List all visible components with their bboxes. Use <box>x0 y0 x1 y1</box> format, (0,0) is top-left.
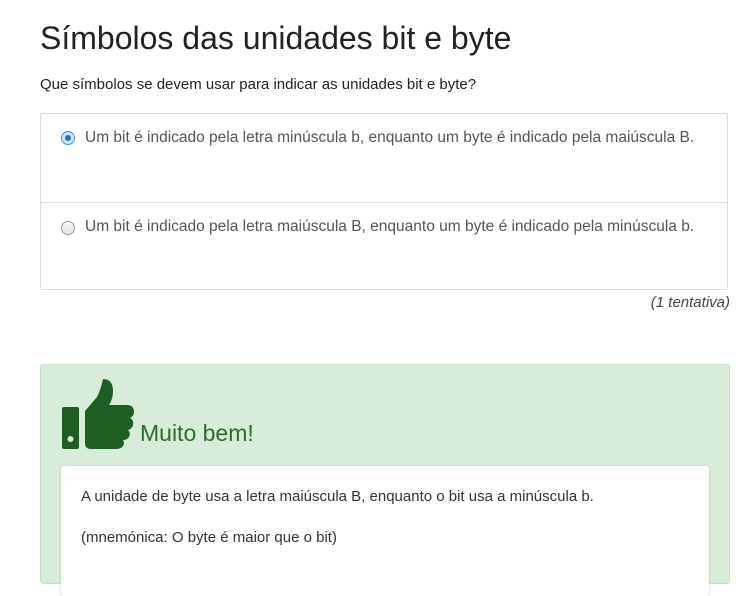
question-text: Que símbolos se devem usar para indicar … <box>40 76 477 93</box>
feedback-content: A unidade de byte usa a letra maiúscula … <box>61 466 709 596</box>
answer-options: Um bit é indicado pela letra minúscula b… <box>40 113 728 290</box>
answer-option-1[interactable]: Um bit é indicado pela letra minúscula b… <box>41 114 727 203</box>
page-title: Símbolos das unidades bit e byte <box>40 20 512 56</box>
answer-option-2[interactable]: Um bit é indicado pela letra maiúscula B… <box>41 203 727 290</box>
attempts-count: (1 tentativa) <box>650 294 730 311</box>
feedback-explanation: A unidade de byte usa a letra maiúscula … <box>81 488 594 505</box>
radio-button-unselected[interactable] <box>61 221 75 235</box>
answer-option-label: Um bit é indicado pela letra minúscula b… <box>85 129 695 146</box>
answer-option-label: Um bit é indicado pela letra maiúscula B… <box>85 218 695 235</box>
feedback-title: Muito bem! <box>140 420 254 446</box>
feedback-mnemonic: (mnemónica: O byte é maior que o bit) <box>81 529 337 546</box>
thumbs-up-icon <box>62 379 134 449</box>
feedback-panel: Muito bem! A unidade de byte usa a letra… <box>40 364 730 596</box>
radio-button-selected[interactable] <box>61 131 75 145</box>
